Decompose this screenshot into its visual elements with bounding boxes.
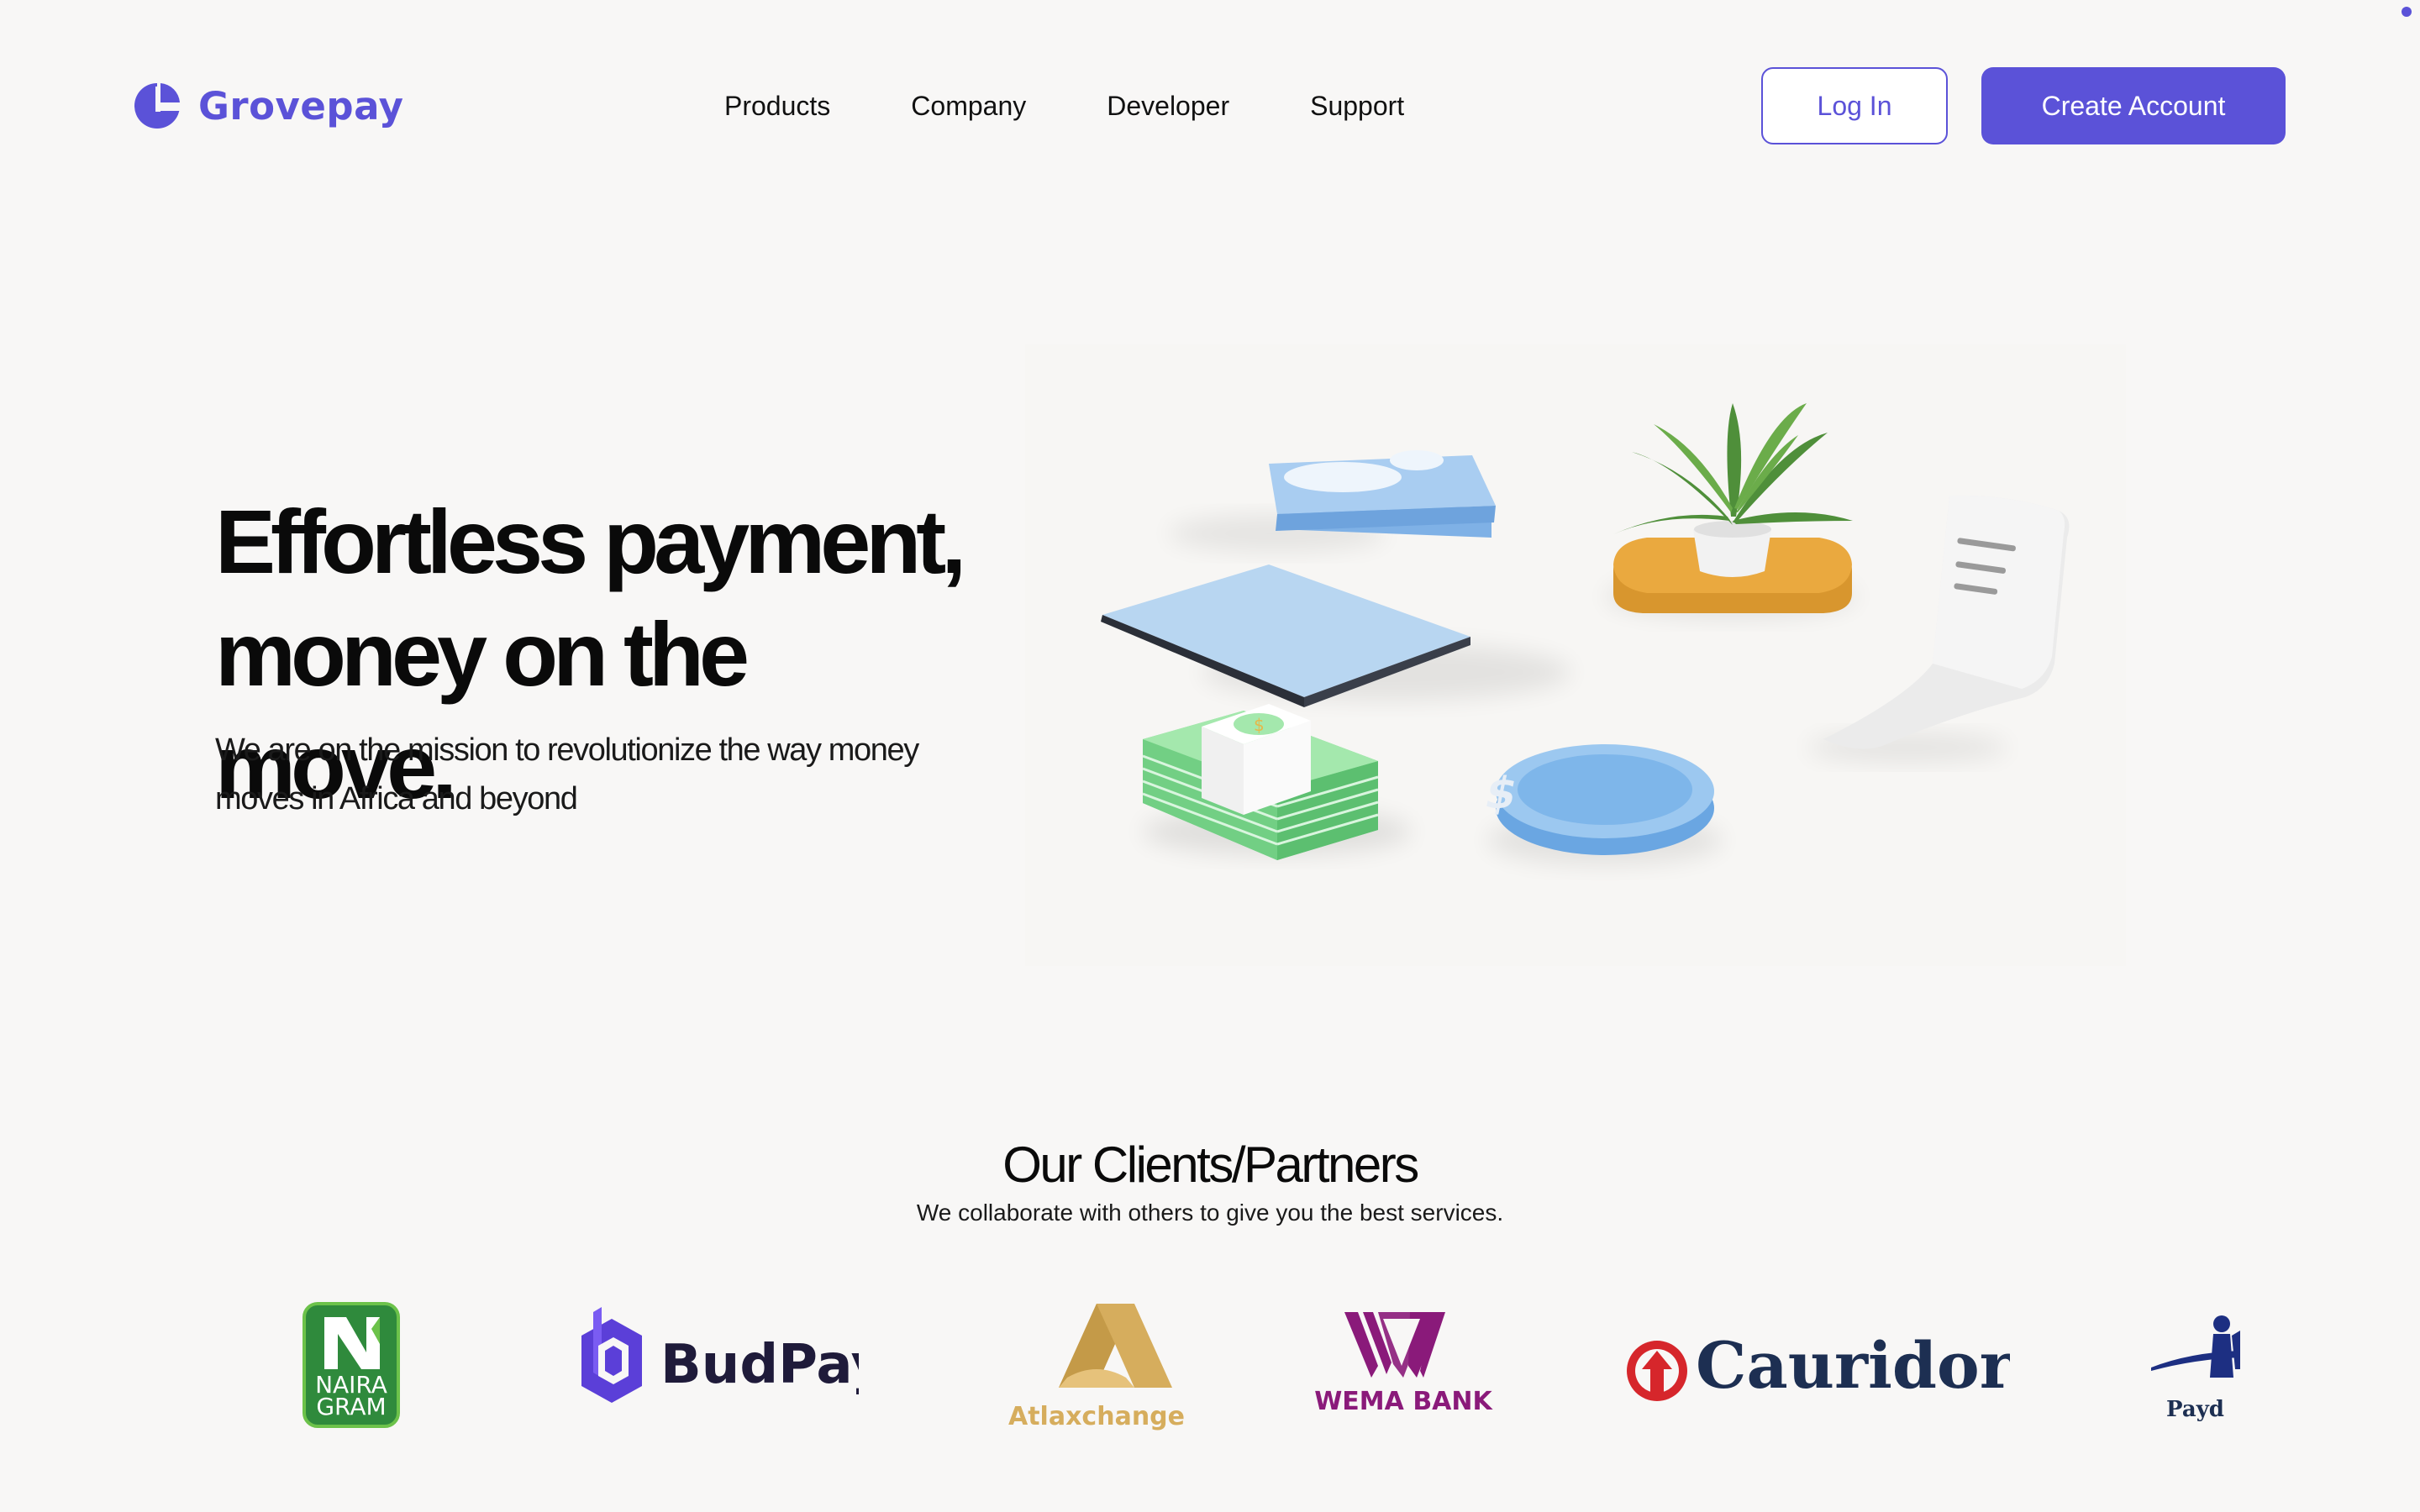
nav-item-products[interactable]: Products (724, 87, 830, 124)
atlaxchange-wordmark: Atlaxchange (1008, 1402, 1185, 1431)
atlaxchange-logo: Atlaxchange (1000, 1294, 1193, 1462)
partners-title: Our Clients/Partners (1002, 1137, 1419, 1193)
cauridor-logo-icon: Cauridor (1627, 1328, 2010, 1403)
wema-bank-logo-icon: WEMA BANK (1314, 1312, 1494, 1416)
cauridor-wordmark: Cauridor (1696, 1328, 2010, 1403)
brand-name: Grovepay (198, 83, 404, 129)
login-button[interactable]: Log In (1761, 67, 1948, 144)
nairagram-logo: NAIRA GRAM (302, 1294, 400, 1462)
budpay-wordmark: BudPay (660, 1334, 859, 1396)
svg-text:$: $ (1254, 715, 1265, 735)
indicator-dot (2402, 7, 2412, 17)
partner-logo-row: NAIRA GRAM BudPay Atlaxchange (0, 1294, 2420, 1462)
hero-subtitle-line2: moves in Africa and beyond (215, 781, 578, 816)
payday-wordmark: Payd (2166, 1397, 2224, 1422)
grovepay-logo-icon (134, 83, 180, 129)
hero-subtitle: We are on the mission to revolutionize t… (215, 726, 955, 823)
nairagram-logo-icon: NAIRA GRAM (302, 1302, 400, 1428)
hero-illustration: $ $ (1025, 344, 2126, 966)
wema-bank-logo: WEMA BANK (1311, 1294, 1496, 1462)
budpay-logo-icon: BudPay (581, 1307, 859, 1403)
nav-item-support[interactable]: Support (1310, 87, 1404, 124)
main-nav: Products Company Developer Support (724, 87, 1404, 124)
cauridor-logo: Cauridor (1623, 1294, 2010, 1462)
payday-logo: Payd (2148, 1294, 2242, 1462)
hero-title-line1: Effortless payment, (215, 491, 966, 592)
site-header: Grovepay Products Company Developer Supp… (0, 0, 2420, 212)
partners-subtitle: We collaborate with others to give you t… (916, 1200, 1504, 1226)
nav-item-company[interactable]: Company (911, 87, 1026, 124)
nav-item-developer[interactable]: Developer (1107, 87, 1229, 124)
create-account-button[interactable]: Create Account (1981, 67, 2286, 144)
atlaxchange-logo-icon: Atlaxchange (1008, 1304, 1185, 1431)
hero-subtitle-line1: We are on the mission to revolutionize t… (215, 732, 919, 768)
payday-logo-icon: Payd (2151, 1315, 2240, 1422)
brand-logo[interactable]: Grovepay (133, 81, 403, 130)
wema-bank-wordmark: WEMA BANK (1314, 1387, 1493, 1416)
budpay-logo: BudPay (565, 1294, 859, 1462)
nairagram-line2: GRAM (316, 1393, 386, 1420)
